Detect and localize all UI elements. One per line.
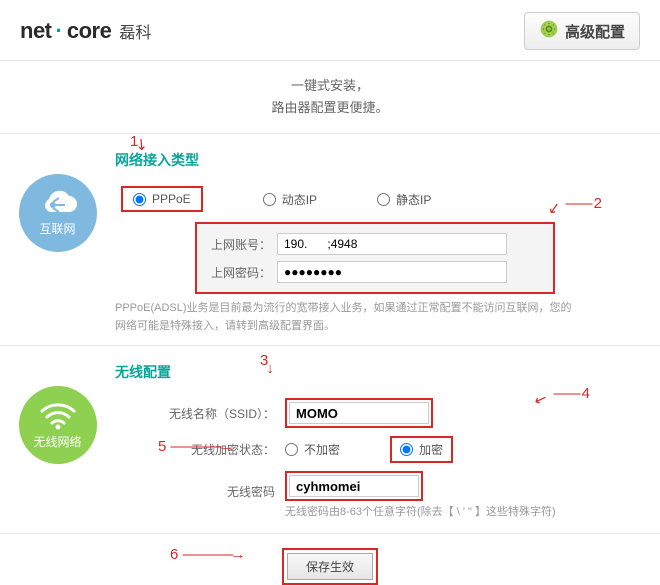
logo-text-cn: 磊科	[119, 19, 151, 43]
wireless-title: 无线配置	[115, 362, 640, 382]
encryption-off-radio[interactable]	[285, 443, 298, 456]
internet-badge-col: 互联网	[0, 144, 115, 335]
save-button[interactable]: 保存生效	[287, 553, 373, 580]
wan-type-pppoe[interactable]: PPPoE	[121, 186, 203, 212]
advanced-config-button[interactable]: 高级配置	[524, 12, 640, 50]
pppoe-account-input[interactable]	[277, 233, 507, 255]
ssid-input[interactable]	[289, 402, 429, 424]
encryption-off-label: 不加密	[304, 441, 340, 458]
pppoe-password-label: 上网密码：	[205, 264, 277, 281]
wifi-password-label: 无线密码	[145, 471, 285, 500]
encryption-row: 无线加密状态： 不加密 加密	[145, 432, 640, 467]
wifi-password-input[interactable]	[289, 475, 419, 497]
wireless-rows: 无线名称（SSID）： 无线加密状态： 不加密 加密	[145, 394, 640, 523]
encryption-options: 不加密 加密	[285, 436, 453, 463]
logo: net·core 磊科	[20, 18, 151, 44]
encryption-on-label: 加密	[419, 441, 443, 458]
wifi-password-cell: 无线密码由8-63个任意字符(除去【 \ ' " 】这些特殊字符)	[285, 471, 556, 519]
logo-text-net: net	[20, 18, 52, 44]
tagline: 一键式安装， 路由器配置更便捷。	[0, 61, 660, 134]
wireless-badge: 无线网络	[19, 386, 97, 464]
internet-section: 1↘ ↙—— 2 互联网 网络接入类型 PPPoE 动态IP 静态IP	[0, 134, 660, 346]
wan-type-pppoe-label: PPPoE	[152, 192, 191, 206]
cloud-icon	[37, 190, 79, 218]
wifi-password-hint: 无线密码由8-63个任意字符(除去【 \ ' " 】这些特殊字符)	[285, 503, 556, 519]
pppoe-credentials-box: 上网账号： 上网密码：	[195, 222, 555, 294]
save-highlight: 保存生效	[282, 548, 378, 585]
wan-type-pppoe-radio[interactable]	[133, 193, 146, 206]
encryption-label: 无线加密状态：	[145, 441, 285, 458]
wan-type-static-radio[interactable]	[377, 193, 390, 206]
header: net·core 磊科 高级配置	[0, 0, 660, 61]
save-button-label: 保存生效	[306, 560, 354, 574]
encryption-on-radio[interactable]	[400, 443, 413, 456]
gear-icon	[539, 19, 559, 43]
wifi-password-row: 无线密码 无线密码由8-63个任意字符(除去【 \ ' " 】这些特殊字符)	[145, 467, 640, 523]
pppoe-password-row: 上网密码：	[205, 258, 545, 286]
wifi-password-highlight	[285, 471, 423, 501]
ssid-row: 无线名称（SSID）：	[145, 394, 640, 432]
logo-dot-icon: ·	[56, 18, 63, 44]
wifi-icon	[38, 401, 78, 431]
pppoe-account-label: 上网账号：	[205, 236, 277, 253]
encryption-off[interactable]: 不加密	[285, 441, 340, 458]
wireless-badge-col: 无线网络	[0, 356, 115, 523]
footer: 6 ————→ 保存生效	[0, 534, 660, 585]
pppoe-help-text: PPPoE(ADSL)业务是目前最为流行的宽带接入业务，如果通过正常配置不能访问…	[115, 300, 575, 335]
encryption-on[interactable]: 加密	[390, 436, 453, 463]
tagline-line2: 路由器配置更便捷。	[0, 97, 660, 119]
tagline-line1: 一键式安装，	[0, 75, 660, 97]
ssid-highlight	[285, 398, 433, 428]
wireless-badge-label: 无线网络	[33, 433, 81, 450]
wan-type-static[interactable]: 静态IP	[377, 191, 431, 208]
wan-type-row: PPPoE 动态IP 静态IP	[115, 182, 640, 222]
wireless-content: 无线配置 无线名称（SSID）： 无线加密状态： 不加密 加密	[115, 356, 660, 523]
pppoe-account-row: 上网账号：	[205, 230, 545, 258]
wan-type-dhcp[interactable]: 动态IP	[263, 191, 317, 208]
ssid-label: 无线名称（SSID）：	[145, 405, 285, 422]
wireless-section: 3↓ ↙—— 4 5 ————→ 无线网络 无线配置 无线名称（SSID）： 无…	[0, 346, 660, 534]
pppoe-password-input[interactable]	[277, 261, 507, 283]
internet-content: 网络接入类型 PPPoE 动态IP 静态IP 上网账号： 上网密码：	[115, 144, 660, 335]
logo-text-core: core	[67, 18, 111, 44]
internet-title: 网络接入类型	[115, 150, 640, 170]
internet-badge-label: 互联网	[39, 220, 75, 237]
wan-type-dhcp-label: 动态IP	[282, 191, 317, 208]
wan-type-dhcp-radio[interactable]	[263, 193, 276, 206]
annotation-6: 6 ————→	[170, 546, 246, 563]
advanced-config-label: 高级配置	[565, 21, 625, 42]
wan-type-static-label: 静态IP	[396, 191, 431, 208]
internet-badge: 互联网	[19, 174, 97, 252]
